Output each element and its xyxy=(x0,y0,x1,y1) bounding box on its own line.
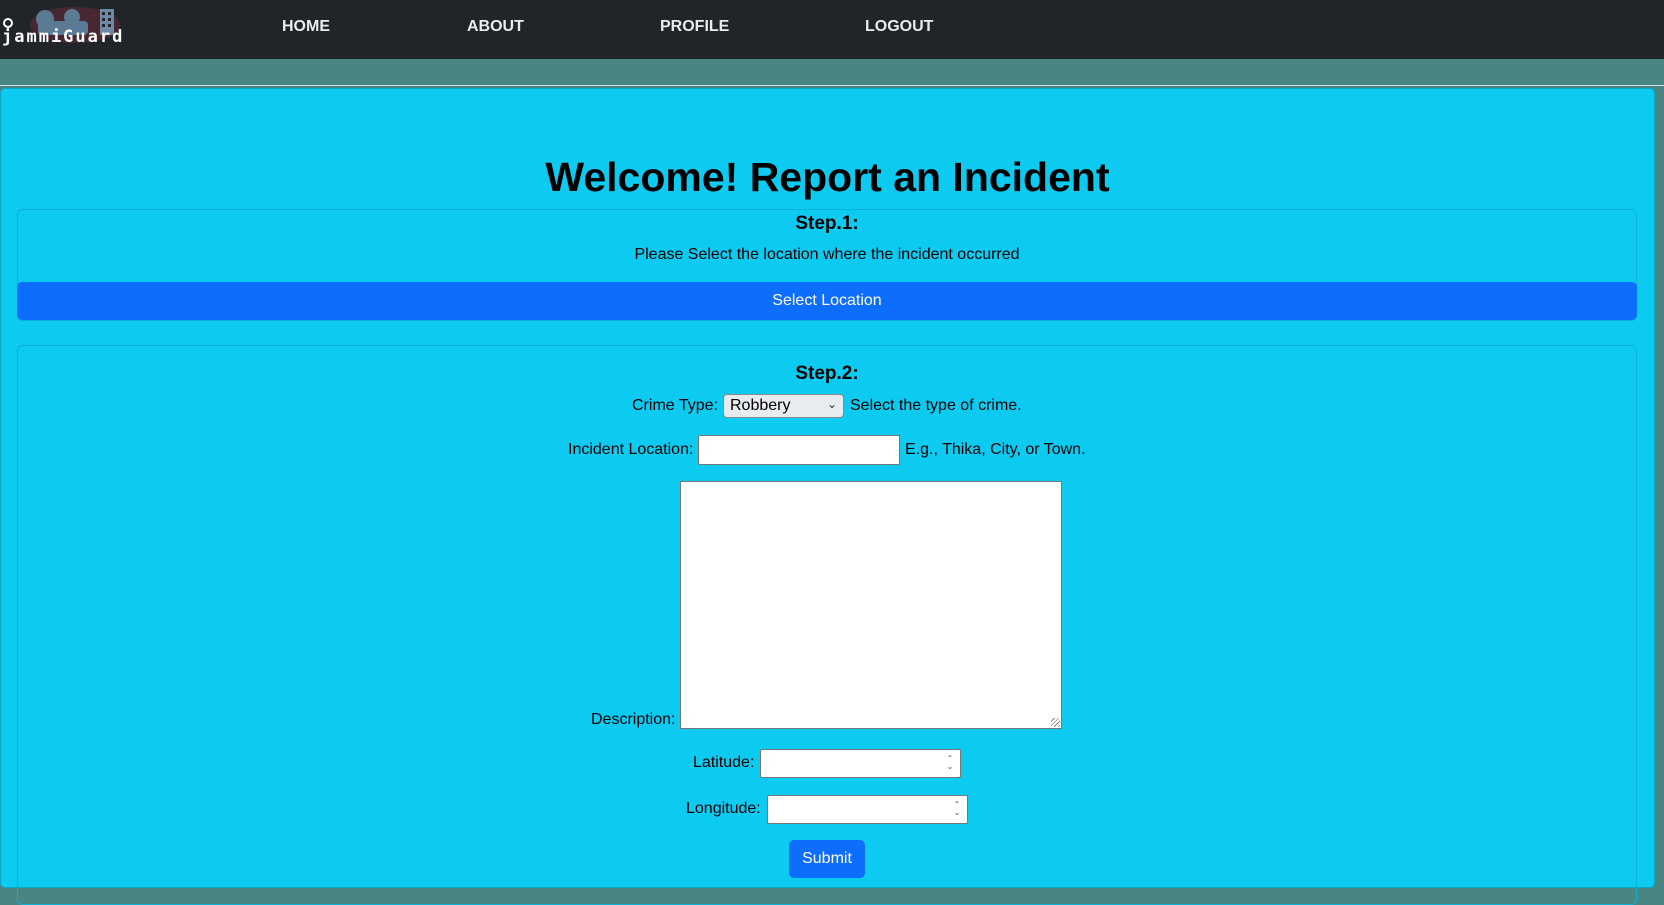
step1-instruction: Please Select the location where the inc… xyxy=(634,246,1020,263)
resize-handle-icon[interactable] xyxy=(1051,718,1060,727)
nav-about-link[interactable]: ABOUT xyxy=(467,18,524,36)
incident-location-label: Incident Location: xyxy=(568,441,694,458)
chevron-down-icon: ⌄ xyxy=(826,397,837,411)
nav-profile-link[interactable]: PROFILE xyxy=(660,18,729,36)
select-location-button[interactable]: Select Location xyxy=(17,282,1637,320)
incident-location-hint: E.g., Thika, City, or Town. xyxy=(905,441,1086,458)
nav-home-link[interactable]: HOME xyxy=(282,18,330,36)
header-band xyxy=(0,59,1664,86)
description-label: Description: xyxy=(591,711,676,728)
crime-type-hint: Select the type of crime. xyxy=(850,397,1022,414)
header-divider xyxy=(0,85,1664,86)
longitude-input[interactable]: ⌃ ⌄ xyxy=(767,795,968,824)
step2-title: Step.2: xyxy=(795,363,859,384)
brand-name: jammiGuard xyxy=(2,27,125,47)
number-spinner-icon[interactable]: ⌃ ⌄ xyxy=(952,801,962,817)
latitude-label: Latitude: xyxy=(693,754,755,771)
latitude-input[interactable]: ⌃ ⌄ xyxy=(760,749,961,778)
crime-type-label: Crime Type: xyxy=(632,397,718,414)
submit-button[interactable]: Submit xyxy=(789,840,865,878)
page-title: Welcome! Report an Incident xyxy=(545,154,1110,200)
longitude-label: Longitude: xyxy=(686,800,761,817)
nav-logout-link[interactable]: LOGOUT xyxy=(865,18,933,36)
navbar: jammiGuard HOME ABOUT PROFILE LOGOUT xyxy=(0,0,1664,59)
step1-title: Step.1: xyxy=(795,213,859,234)
crime-type-select[interactable]: Robbery ⌄ xyxy=(723,394,844,418)
crime-type-selected-value: Robbery xyxy=(730,397,791,414)
description-textarea[interactable] xyxy=(680,481,1062,729)
brand-logo[interactable]: jammiGuard xyxy=(0,5,195,50)
number-spinner-icon[interactable]: ⌃ ⌄ xyxy=(945,755,955,771)
incident-location-input[interactable] xyxy=(698,435,900,465)
